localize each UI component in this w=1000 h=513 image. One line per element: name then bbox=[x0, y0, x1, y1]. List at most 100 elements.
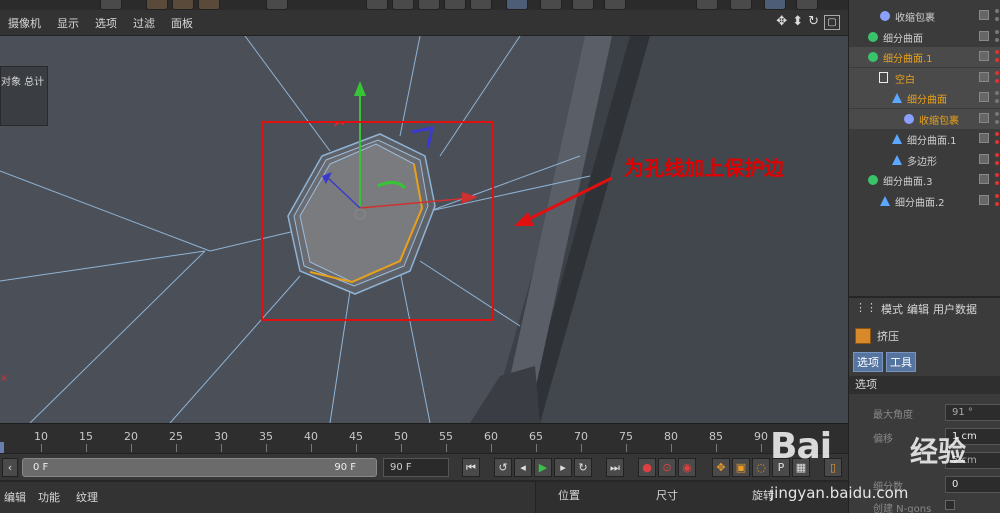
subtab-options[interactable]: 选项 bbox=[853, 352, 883, 372]
render-visibility-dot[interactable] bbox=[995, 58, 999, 62]
layer-tag[interactable] bbox=[979, 92, 989, 102]
layer-tag[interactable] bbox=[979, 174, 989, 184]
render-visibility-dot[interactable] bbox=[995, 119, 999, 124]
object-row[interactable]: 收缩包裹 bbox=[849, 108, 1000, 129]
menu-icon[interactable]: ⋮⋮ bbox=[855, 301, 877, 317]
go-to-start-icon[interactable]: ⏮ bbox=[462, 458, 480, 477]
object-row[interactable]: 细分曲面.1 bbox=[849, 47, 1000, 67]
layer-tag[interactable] bbox=[979, 194, 989, 205]
menu-display[interactable]: 显示 bbox=[49, 15, 87, 31]
toolbar-button[interactable] bbox=[470, 0, 492, 10]
go-to-end-icon[interactable]: ⏭ bbox=[606, 458, 624, 477]
menu-function[interactable]: 功能 bbox=[38, 489, 60, 505]
editor-visibility-dot[interactable] bbox=[995, 9, 999, 13]
timeline-icon[interactable]: ▯ bbox=[824, 458, 842, 477]
tab-edit[interactable]: 编辑 bbox=[907, 301, 929, 317]
layer-tag[interactable] bbox=[979, 71, 989, 82]
toolbar-button[interactable] bbox=[796, 0, 818, 10]
max-angle-input[interactable]: 91 ° bbox=[945, 404, 1000, 421]
render-visibility-dot[interactable] bbox=[995, 160, 999, 165]
editor-visibility-dot[interactable] bbox=[995, 111, 999, 116]
toolbar-button[interactable] bbox=[444, 0, 466, 10]
object-row[interactable]: 细分曲面 bbox=[849, 27, 1000, 47]
editor-visibility-dot[interactable] bbox=[995, 50, 999, 54]
play-icon[interactable]: ▶ bbox=[534, 458, 552, 477]
editor-visibility-dot[interactable] bbox=[995, 29, 999, 34]
current-frame-field[interactable]: 90 F bbox=[383, 458, 449, 477]
render-visibility-dot[interactable] bbox=[995, 99, 999, 103]
toolbar-button[interactable] bbox=[764, 0, 786, 10]
loop-icon[interactable]: ↺ bbox=[494, 458, 512, 477]
editor-visibility-dot[interactable] bbox=[995, 152, 999, 157]
toolbar-button[interactable] bbox=[266, 0, 288, 10]
object-row[interactable]: 空白 bbox=[849, 67, 1000, 88]
object-row[interactable]: 细分曲面.3 bbox=[849, 170, 1000, 190]
keyframe-icon[interactable]: ◉ bbox=[678, 458, 696, 477]
record-icon[interactable]: ● bbox=[638, 458, 656, 477]
autokey-icon[interactable]: ⊙ bbox=[658, 458, 676, 477]
render-visibility-dot[interactable] bbox=[995, 78, 999, 83]
editor-visibility-dot[interactable] bbox=[995, 193, 999, 198]
menu-texture[interactable]: 纹理 bbox=[76, 489, 98, 505]
rotate-tool-icon[interactable]: ◌ bbox=[752, 458, 770, 477]
menu-camera[interactable]: 摄像机 bbox=[0, 15, 49, 31]
variance-input[interactable]: 5 cm bbox=[945, 452, 1000, 469]
layer-tag[interactable] bbox=[979, 10, 989, 20]
toolbar-button[interactable] bbox=[172, 0, 194, 10]
object-row[interactable]: 收缩包裹 bbox=[849, 6, 1000, 26]
toolbar-button[interactable] bbox=[572, 0, 594, 10]
toolbar-button[interactable] bbox=[198, 0, 220, 10]
rotate-view-icon[interactable]: ↻ bbox=[808, 15, 819, 30]
toolbar-button[interactable] bbox=[392, 0, 414, 10]
toolbar-button[interactable] bbox=[540, 0, 562, 10]
layer-tag[interactable] bbox=[979, 133, 989, 143]
frame-range-slider[interactable]: 0 F 90 F bbox=[22, 458, 377, 477]
subtab-tool[interactable]: 工具 bbox=[886, 352, 916, 372]
editor-visibility-dot[interactable] bbox=[995, 132, 999, 136]
menu-edit[interactable]: 编辑 bbox=[4, 489, 26, 505]
tab-mode[interactable]: 模式 bbox=[881, 301, 903, 317]
object-row[interactable]: 细分曲面 bbox=[849, 88, 1000, 108]
layer-tag[interactable] bbox=[979, 51, 989, 61]
toolbar-button[interactable] bbox=[506, 0, 528, 10]
render-visibility-dot[interactable] bbox=[995, 37, 999, 42]
3d-viewport[interactable]: × 对象 总计 为孔线加上保护边 bbox=[0, 36, 848, 423]
menu-filter[interactable]: 过滤 bbox=[125, 15, 163, 31]
editor-visibility-dot[interactable] bbox=[995, 91, 999, 95]
layer-tag[interactable] bbox=[979, 112, 989, 123]
object-row[interactable]: 细分曲面.1 bbox=[849, 129, 1000, 149]
render-visibility-dot[interactable] bbox=[995, 181, 999, 185]
toolbar-button[interactable] bbox=[100, 0, 122, 10]
toolbar-button[interactable] bbox=[366, 0, 388, 10]
render-visibility-dot[interactable] bbox=[995, 17, 999, 21]
move-tool-icon[interactable]: ✥ bbox=[712, 458, 730, 477]
step-forward-icon[interactable]: ▸ bbox=[554, 458, 572, 477]
layer-tag[interactable] bbox=[979, 153, 989, 164]
subdivision-input[interactable]: 0 bbox=[945, 476, 1000, 493]
loop-forward-icon[interactable]: ↻ bbox=[574, 458, 592, 477]
render-visibility-dot[interactable] bbox=[995, 201, 999, 206]
timeline-ruler[interactable]: 10 15 20 25 30 35 40 45 50 55 60 65 70 75 80 85 90 bbox=[0, 423, 848, 454]
toolbar-button[interactable] bbox=[418, 0, 440, 10]
move-view-icon[interactable]: ✥ bbox=[776, 15, 787, 30]
toolbar-button[interactable] bbox=[696, 0, 718, 10]
render-visibility-dot[interactable] bbox=[995, 140, 999, 144]
menu-options[interactable]: 选项 bbox=[87, 15, 125, 31]
object-row[interactable]: 多边形 bbox=[849, 150, 1000, 170]
editor-visibility-dot[interactable] bbox=[995, 70, 999, 75]
object-row[interactable]: 细分曲面.2 bbox=[849, 191, 1000, 211]
step-back-icon[interactable]: ◂ bbox=[514, 458, 532, 477]
layer-tag[interactable] bbox=[979, 30, 989, 41]
scale-tool-icon[interactable]: ▣ bbox=[732, 458, 750, 477]
menu-panel[interactable]: 面板 bbox=[163, 15, 201, 31]
toolbar-button[interactable] bbox=[730, 0, 752, 10]
toolbar-button[interactable] bbox=[146, 0, 168, 10]
param-icon[interactable]: P bbox=[772, 458, 790, 477]
dolly-view-icon[interactable]: ⬍ bbox=[792, 15, 803, 30]
maximize-view-icon[interactable]: ▢ bbox=[824, 15, 840, 30]
tab-user-data[interactable]: 用户数据 bbox=[933, 301, 977, 317]
editor-visibility-dot[interactable] bbox=[995, 173, 999, 177]
offset-input[interactable]: 1 cm bbox=[945, 428, 1000, 445]
chevron-left-icon[interactable]: ‹ bbox=[2, 458, 18, 477]
grid-icon[interactable]: ▦ bbox=[792, 458, 810, 477]
